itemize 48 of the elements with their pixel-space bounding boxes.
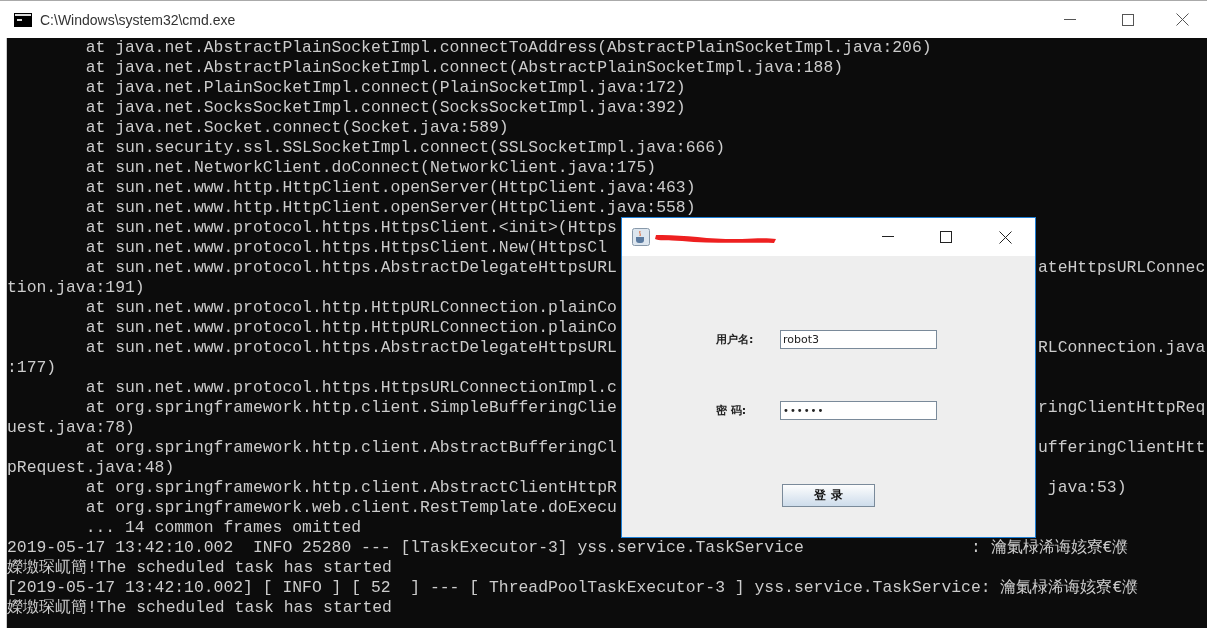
maximize-icon	[940, 231, 952, 243]
console-line: at java.net.Socket.connect(Socket.java:589)	[84, 118, 509, 138]
console-line: at sun.security.ssl.SSLSocketImpl.connect(SSLSocketImpl.java:666)	[84, 138, 726, 158]
console-line: at org.springframework.http.client.SimpleBufferingClie	[84, 398, 617, 418]
close-icon	[998, 230, 1012, 244]
console-line: at java.net.PlainSocketImpl.connect(PlainSocketImpl.java:172)	[84, 78, 686, 98]
console-line: ufferingClientHtt	[1038, 438, 1206, 458]
console-line: ateHttpsURLConnec	[1038, 258, 1206, 278]
close-icon	[1175, 13, 1189, 26]
console-line: at java.net.SocksSocketImpl.connect(SocksSocketImpl.java:392)	[84, 98, 686, 118]
console-line: at sun.net.www.protocol.https.AbstractDelegateHttpsURL	[84, 258, 617, 278]
console-line: ... 14 common frames omitted	[84, 518, 362, 538]
console-line: at org.springframework.http.client.AbstractClientHttpR	[84, 478, 617, 498]
console-line: at java.net.AbstractPlainSocketImpl.connectToAddress(AbstractPlainSocketImpl.java:206)	[84, 38, 932, 58]
console-line: [2019-05-17 13:42:10.002] [ INFO ] [ 52 ] --- [ ThreadPoolTaskExecutor-3 ] yss.service.TaskService: 瀹氭椂浠诲姟寮€濮	[7, 578, 1139, 598]
username-field[interactable]: robot3	[780, 330, 937, 349]
console-line: tion.java:191)	[7, 278, 145, 298]
console-line: at org.springframework.web.client.RestTemplate.doExecu	[84, 498, 617, 518]
console-line: 嬫墽琛屼簡!The scheduled task has started	[7, 558, 392, 578]
field-label: 用户名:	[716, 332, 755, 347]
console-line: at sun.net.www.protocol.https.AbstractDelegateHttpsURL	[84, 338, 617, 358]
console-line: at org.springframework.http.client.AbstractBufferingCl	[84, 438, 617, 458]
maximize-icon	[1122, 13, 1134, 26]
console-line: at sun.net.www.http.HttpClient.openServer(HttpClient.java:558)	[84, 198, 696, 218]
console-line: :177)	[7, 358, 57, 378]
console-line: pRequest.java:48)	[7, 458, 175, 478]
console-line: at sun.net.NetworkClient.doConnect(NetworkClient.java:175)	[84, 158, 657, 178]
console-line: at sun.net.www.protocol.http.HttpURLConnection.plainCo	[84, 318, 617, 338]
console-line: at sun.net.www.protocol.http.HttpURLConnection.plainCo	[84, 298, 617, 318]
password-field[interactable]: ••••••	[780, 401, 937, 420]
field-label: 密 码:	[716, 403, 748, 418]
console-line: 嬫墽琛屼簡!The scheduled task has started	[7, 598, 392, 618]
console-icon	[14, 12, 32, 27]
console-line: at sun.net.www.protocol.https.HttpsClient.<init>(Https	[84, 218, 617, 238]
console-line: uest.java:78)	[7, 418, 135, 438]
java-cup-icon	[632, 228, 650, 246]
console-line: 2019-05-17 13:42:10.002 INFO 25280 --- [lTaskExecutor-3] yss.service.TaskService : 瀹氭椂浠诲姟寮€濮	[7, 538, 1129, 558]
minimize-icon	[882, 236, 894, 238]
console-line: RLConnection.java	[1038, 338, 1206, 358]
minimize-icon	[1064, 18, 1076, 21]
console-line: java:53)	[1046, 478, 1127, 498]
console-line: at sun.net.www.protocol.https.HttpsClient.New(HttpsCl	[84, 238, 607, 258]
login-button[interactable]: 登 录	[782, 484, 875, 507]
console-line: at sun.net.www.protocol.https.HttpsURLConnectionImpl.c	[84, 378, 617, 398]
console-line: ringClientHttpReq	[1038, 398, 1206, 418]
console-line: at sun.net.www.http.HttpClient.openServer(HttpClient.java:463)	[84, 178, 696, 198]
window-title: C:\Windows\system32\cmd.exe	[40, 11, 236, 28]
console-line: at java.net.AbstractPlainSocketImpl.connect(AbstractPlainSocketImpl.java:188)	[84, 58, 844, 78]
